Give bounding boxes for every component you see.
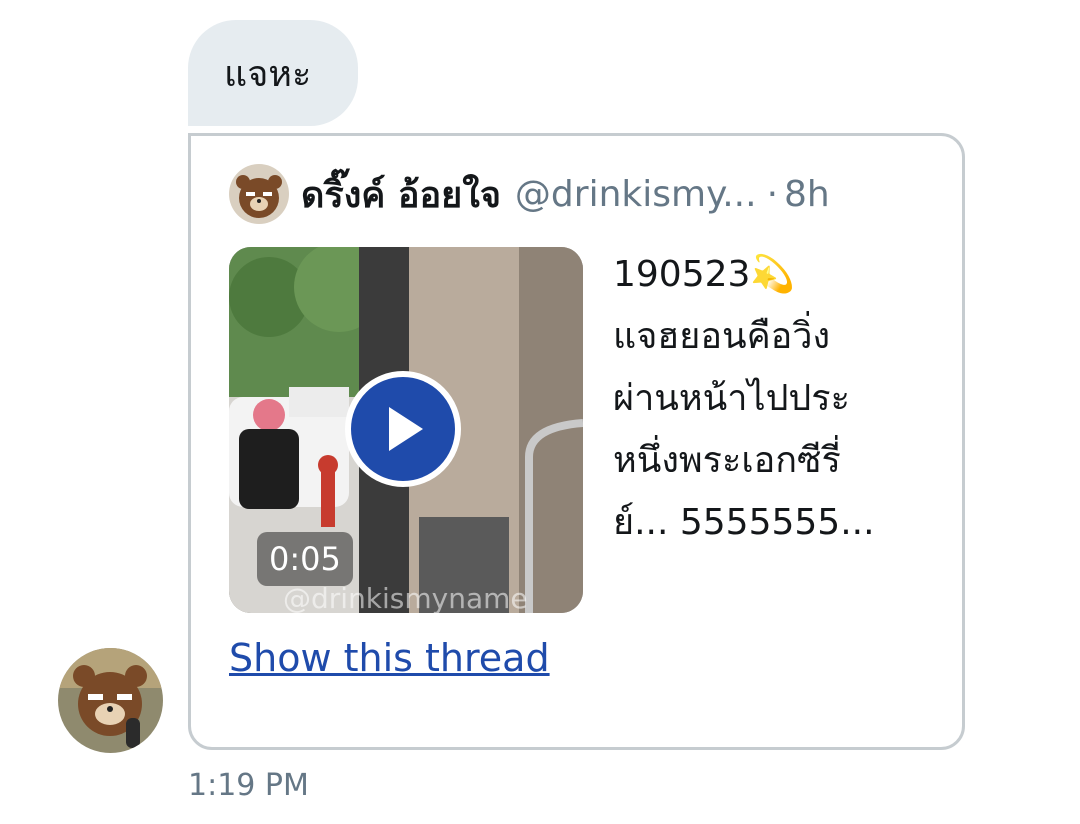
duration-text: 0:05 xyxy=(269,540,341,578)
message-bubble[interactable]: แจหะ xyxy=(188,20,358,126)
tweet-author-handle[interactable]: @drinkismy... xyxy=(515,174,757,215)
video-duration: 0:05 xyxy=(257,532,353,586)
embedded-tweet-card[interactable]: ดริ๊งค์ อ้อยใจ @drinkismy... · 8h 0:05 @… xyxy=(188,133,965,750)
message-text: แจหะ xyxy=(224,53,312,95)
sender-avatar[interactable] xyxy=(58,648,163,753)
play-button[interactable] xyxy=(345,371,461,487)
tweet-author-name[interactable]: ดริ๊งค์ อ้อยใจ xyxy=(301,166,501,223)
message-timestamp: 1:19 PM xyxy=(188,768,309,803)
play-icon xyxy=(389,407,423,451)
video-watermark: @drinkismyname xyxy=(283,582,528,613)
tweet-timestamp[interactable]: 8h xyxy=(784,174,830,215)
tweet-text: 190523💫 แจฮยอนคือวิ่ง ผ่านหน้าไปประ หนึ่… xyxy=(613,254,875,543)
tweet-separator: · xyxy=(766,173,779,215)
tweet-video[interactable]: 0:05 @drinkismyname xyxy=(229,247,583,613)
tweet-header: ดริ๊งค์ อ้อยใจ @drinkismy... · 8h xyxy=(229,163,922,225)
show-thread-link[interactable]: Show this thread xyxy=(229,636,550,680)
author-avatar[interactable] xyxy=(229,164,289,224)
